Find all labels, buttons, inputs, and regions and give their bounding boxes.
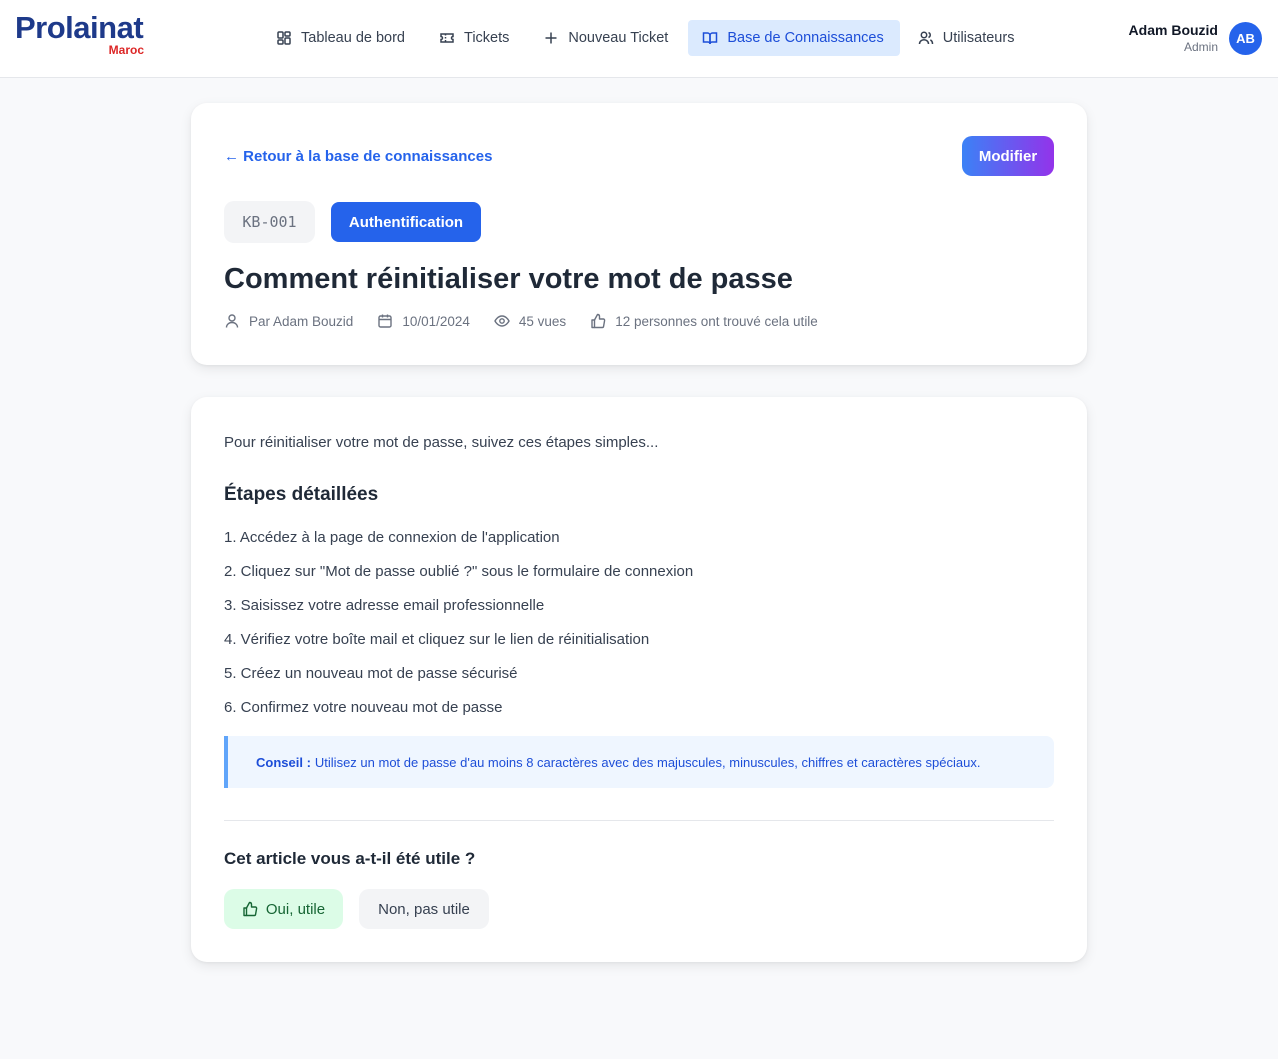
step-item: 5. Créez un nouveau mot de passe sécuris… (224, 665, 518, 682)
calendar-icon (378, 314, 393, 328)
helpful-no-button[interactable]: Non, pas utile (359, 889, 489, 929)
ticket-icon (440, 33, 454, 43)
nav-item-knowledge-base[interactable]: Base de Connaissances (688, 20, 900, 56)
tip-text: Utilisez un mot de passe d'au moins 8 ca… (314, 754, 981, 770)
tip-callout: Conseil : Utilisez un mot de passe d'au … (224, 736, 1054, 788)
meta-views: 45 vues (494, 313, 566, 329)
meta-author-text: Par Adam Bouzid (249, 313, 354, 329)
tip-label: Conseil : (256, 754, 311, 770)
nav-item-label: Tableau de bord (301, 30, 405, 46)
nav-item-users[interactable]: Utilisateurs (904, 20, 1031, 56)
feedback-question: Cet article vous a-t-il été utile ? (224, 849, 476, 868)
category-badge: Authentification (331, 202, 481, 242)
brand-name: Prolainat (15, 10, 144, 45)
nav-item-label: Tickets (464, 30, 510, 46)
user-info: Adam Bouzid Admin (1129, 21, 1218, 55)
users-icon (918, 31, 933, 45)
step-item: 3. Saisissez votre adresse email profess… (224, 597, 545, 614)
step-item: 6. Confirmez votre nouveau mot de passe (224, 699, 503, 716)
meta-date-text: 10/01/2024 (402, 313, 470, 329)
nav-item-label: Utilisateurs (942, 30, 1015, 46)
divider (224, 820, 1054, 821)
edit-button[interactable]: Modifier (962, 136, 1054, 176)
main-nav: Tableau de bord Tickets Nouveau Ticket B… (262, 20, 1030, 56)
step-item: 1. Accédez à la page de connexion de l'a… (224, 529, 560, 546)
user-menu[interactable]: Adam Bouzid Admin AB (1129, 21, 1262, 55)
nav-item-dashboard[interactable]: Tableau de bord (262, 20, 421, 56)
eye-icon (494, 315, 510, 327)
top-header: Prolainat Maroc Tableau de bord Tickets … (0, 0, 1278, 78)
article-body-card: Pour réinitialiser votre mot de passe, s… (191, 397, 1087, 962)
nav-item-tickets[interactable]: Tickets (425, 20, 525, 56)
article-id-badge: KB-001 (224, 201, 315, 243)
article-intro: Pour réinitialiser votre mot de passe, s… (224, 434, 659, 451)
step-item: 2. Cliquez sur "Mot de passe oublié ?" s… (224, 563, 694, 580)
nav-item-new-ticket[interactable]: Nouveau Ticket (529, 20, 684, 56)
brand-subtitle: Maroc (108, 43, 144, 57)
dashboard-icon (277, 31, 291, 45)
steps-heading: Étapes détaillées (224, 484, 379, 505)
back-link[interactable]: ← Retour à la base de connaissances (224, 148, 492, 165)
user-role: Admin (1183, 40, 1218, 54)
meta-author: Par Adam Bouzid (224, 313, 353, 329)
book-icon (703, 32, 718, 45)
step-item: 4. Vérifiez votre boîte mail et cliquez … (224, 631, 650, 648)
meta-date: 10/01/2024 (377, 313, 470, 329)
nav-item-label: Nouveau Ticket (568, 30, 669, 46)
helpful-yes-button[interactable]: Oui, utile (224, 889, 343, 929)
article-meta: Par Adam Bouzid 10/01/2024 45 vues 12 pe… (224, 313, 842, 329)
user-name: Adam Bouzid (1128, 22, 1218, 38)
meta-helpful: 12 personnes ont trouvé cela utile (590, 313, 818, 329)
avatar[interactable]: AB (1229, 21, 1262, 55)
user-icon (225, 314, 239, 328)
meta-views-text: 45 vues (518, 313, 567, 329)
meta-helpful-text: 12 personnes ont trouvé cela utile (615, 313, 818, 329)
article-header-card: ← Retour à la base de connaissances Modi… (191, 103, 1087, 365)
helpful-yes-label: Oui, utile (265, 900, 326, 918)
nav-item-label: Base de Connaissances (727, 30, 884, 46)
steps-list: 1. Accédez à la page de connexion de l'a… (224, 526, 693, 730)
article-title: Comment réinitialiser votre mot de passe (224, 263, 793, 295)
thumbs-up-icon (243, 901, 258, 917)
logo[interactable]: Prolainat Maroc (15, 10, 150, 60)
thumbs-up-icon (591, 313, 606, 329)
plus-icon (545, 32, 557, 44)
